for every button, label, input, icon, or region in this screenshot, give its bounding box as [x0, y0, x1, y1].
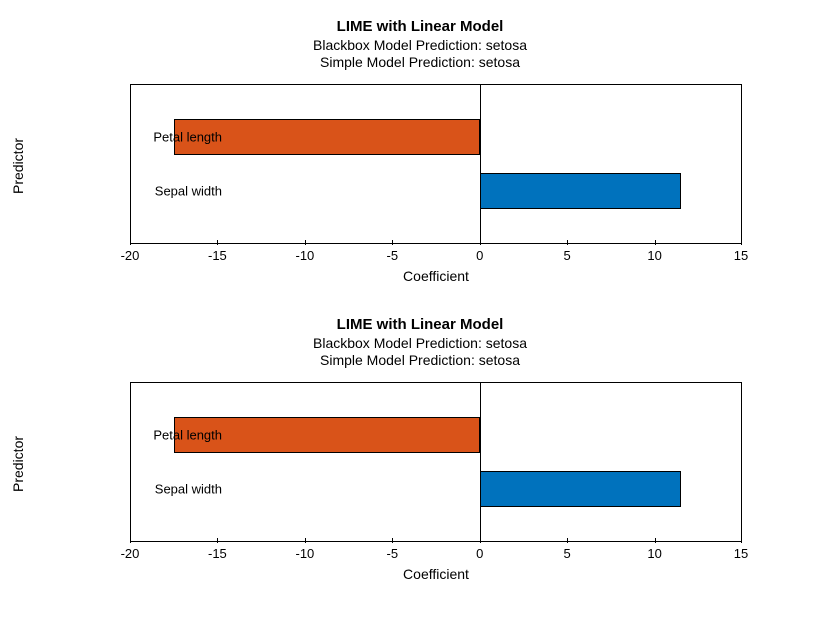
xtick-label: 0	[476, 248, 483, 263]
xtick-label: -15	[208, 546, 227, 561]
figure: LIME with Linear Model Blackbox Model Pr…	[0, 0, 840, 630]
xtick-label: 10	[647, 248, 661, 263]
xtick-row: -20 -15 -10 -5 0 5 10 15	[130, 546, 742, 564]
xtick-mark	[741, 240, 742, 245]
xtick-mark	[480, 240, 481, 245]
xtick-row: -20 -15 -10 -5 0 5 10 15	[130, 248, 742, 266]
x-axis-label: Coefficient	[130, 566, 742, 582]
xtick-mark	[392, 240, 393, 245]
xtick-label: -15	[208, 248, 227, 263]
chart-title: LIME with Linear Model	[0, 316, 840, 335]
y-axis-label: Predictor	[10, 436, 26, 492]
subplot-2: LIME with Linear Model Blackbox Model Pr…	[0, 316, 840, 616]
chart-titles-1: LIME with Linear Model Blackbox Model Pr…	[0, 18, 840, 72]
xtick-label: -5	[387, 248, 399, 263]
xtick-mark	[741, 538, 742, 543]
xtick-mark	[130, 240, 131, 245]
xtick-mark	[567, 240, 568, 245]
chart-title: LIME with Linear Model	[0, 18, 840, 37]
xtick-mark	[217, 538, 218, 543]
xtick-mark	[392, 538, 393, 543]
zero-line	[480, 382, 481, 542]
xtick-label: -10	[295, 546, 314, 561]
xtick-mark	[567, 538, 568, 543]
ytick-label: Petal length	[122, 130, 222, 145]
xtick-label: 10	[647, 546, 661, 561]
xtick-label: 5	[563, 546, 570, 561]
xtick-mark	[130, 538, 131, 543]
chart-titles-2: LIME with Linear Model Blackbox Model Pr…	[0, 316, 840, 370]
ytick-label: Petal length	[122, 428, 222, 443]
bar-sepal-width	[480, 173, 681, 209]
xtick-label: 15	[734, 546, 748, 561]
xtick-mark	[217, 240, 218, 245]
ytick-label: Sepal width	[122, 482, 222, 497]
subplot-1: LIME with Linear Model Blackbox Model Pr…	[0, 18, 840, 308]
bar-sepal-width	[480, 471, 681, 507]
xtick-label: 0	[476, 546, 483, 561]
axes-box	[130, 84, 742, 244]
xtick-mark	[655, 538, 656, 543]
xtick-label: -10	[295, 248, 314, 263]
zero-line	[480, 84, 481, 244]
xtick-mark	[305, 240, 306, 245]
chart-subtitle-1: Blackbox Model Prediction: setosa	[0, 335, 840, 353]
axes-2	[130, 382, 742, 542]
xtick-label: -5	[387, 546, 399, 561]
x-axis-label: Coefficient	[130, 268, 742, 284]
chart-subtitle-2: Simple Model Prediction: setosa	[0, 54, 840, 72]
chart-subtitle-2: Simple Model Prediction: setosa	[0, 352, 840, 370]
xtick-label: 5	[563, 248, 570, 263]
xtick-mark	[655, 240, 656, 245]
xtick-label: 15	[734, 248, 748, 263]
axes-1	[130, 84, 742, 244]
xtick-label: -20	[121, 546, 140, 561]
xtick-label: -20	[121, 248, 140, 263]
xtick-mark	[480, 538, 481, 543]
ytick-label: Sepal width	[122, 184, 222, 199]
axes-box	[130, 382, 742, 542]
y-axis-label: Predictor	[10, 138, 26, 194]
xtick-mark	[305, 538, 306, 543]
chart-subtitle-1: Blackbox Model Prediction: setosa	[0, 37, 840, 55]
